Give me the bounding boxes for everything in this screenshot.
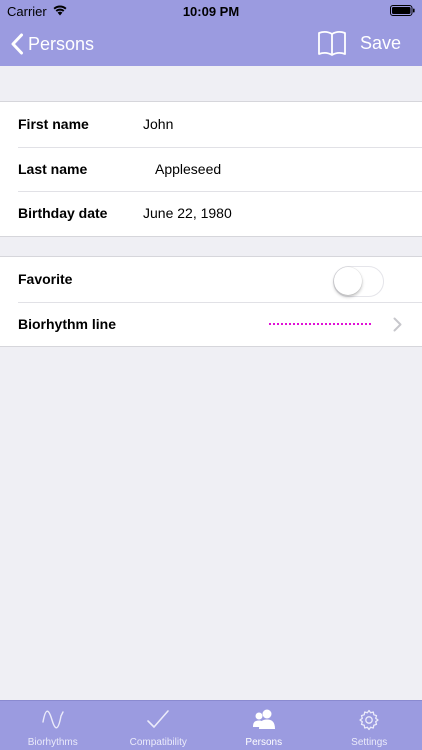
chevron-left-icon xyxy=(11,33,23,55)
biorhythm-line-label: Biorhythm line xyxy=(18,315,117,332)
tab-persons[interactable]: Persons xyxy=(211,701,317,750)
tab-compatibility[interactable]: Compatibility xyxy=(106,701,212,750)
save-button[interactable]: Save xyxy=(360,33,401,54)
persons-icon xyxy=(252,709,275,729)
first-name-field[interactable]: John xyxy=(143,116,173,132)
tab-biorhythms[interactable]: Biorhythms xyxy=(0,701,106,750)
tab-settings[interactable]: Settings xyxy=(317,701,422,750)
tab-persons-label: Persons xyxy=(245,737,283,748)
status-time: 10:09 PM xyxy=(182,4,240,19)
first-name-row[interactable]: First name John xyxy=(0,102,422,147)
gear-icon xyxy=(359,709,379,731)
checkmark-icon xyxy=(147,710,170,728)
biorhythm-line-preview xyxy=(269,322,371,325)
toggle-knob xyxy=(334,267,362,295)
last-name-field[interactable]: Appleseed xyxy=(155,161,221,177)
first-name-label: First name xyxy=(18,116,89,133)
back-button-label: Persons xyxy=(28,33,95,54)
status-bar: Carrier 10:09 PM xyxy=(0,0,422,22)
tab-compatibility-label: Compatibility xyxy=(129,737,187,748)
tab-biorhythms-label: Biorhythms xyxy=(27,737,78,748)
chevron-right-icon xyxy=(393,317,402,331)
battery-icon xyxy=(390,5,415,16)
last-name-label: Last name xyxy=(18,160,88,177)
last-name-row[interactable]: Last name Appleseed xyxy=(0,146,422,192)
favorite-row: Favorite xyxy=(0,257,422,302)
options-group: Favorite Biorhythm line xyxy=(0,256,422,347)
back-button[interactable]: Persons xyxy=(10,30,94,58)
favorite-label: Favorite xyxy=(18,271,73,288)
person-info-group: First name John Last name Appleseed Birt… xyxy=(0,101,422,237)
header: Carrier 10:09 PM Persons Save xyxy=(0,0,422,66)
birthday-label: Birthday date xyxy=(18,205,108,222)
nav-bar: Persons Save xyxy=(0,22,422,66)
tab-bar: Biorhythms Compatibility Persons Setting… xyxy=(0,700,422,750)
birthday-field[interactable]: June 22, 1980 xyxy=(143,205,232,221)
biorhythm-line-row[interactable]: Biorhythm line xyxy=(0,301,422,347)
favorite-toggle[interactable] xyxy=(333,266,384,297)
wave-icon xyxy=(42,710,64,729)
tab-settings-label: Settings xyxy=(351,737,388,748)
birthday-row[interactable]: Birthday date June 22, 1980 xyxy=(0,191,422,236)
book-icon[interactable] xyxy=(317,29,347,57)
